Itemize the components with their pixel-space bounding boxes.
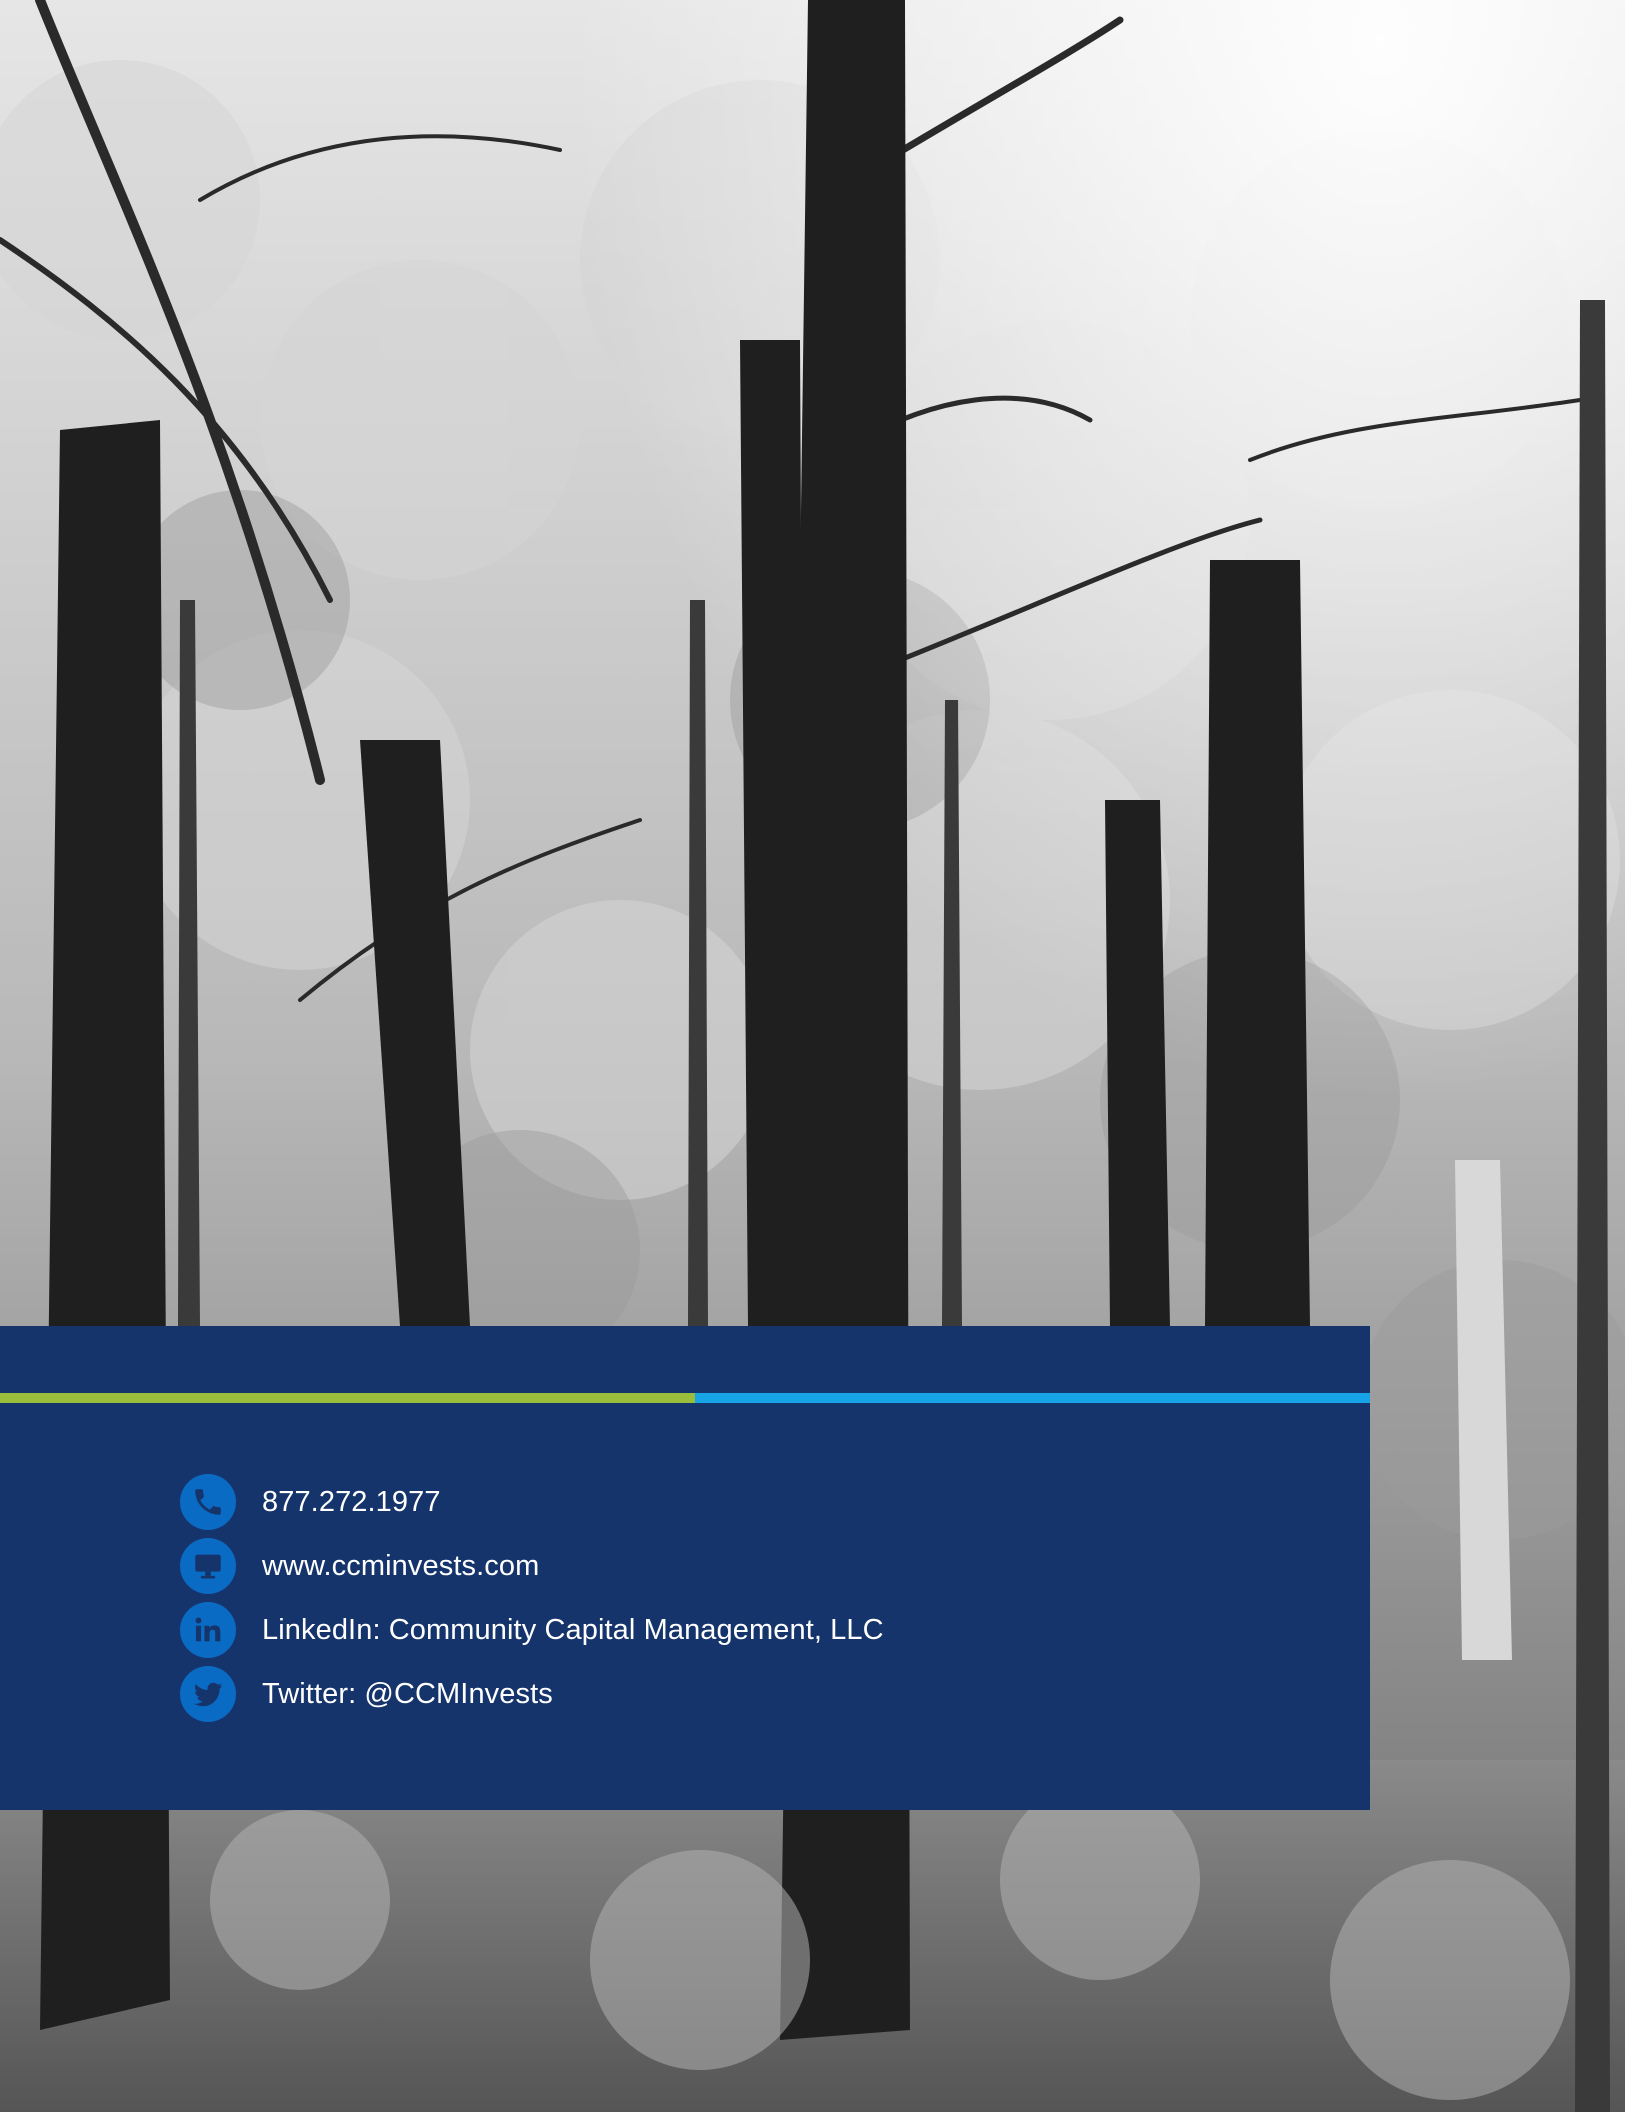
phone-number: 877.272.1977 <box>262 1485 441 1518</box>
phone-icon <box>180 1474 236 1530</box>
contact-item-twitter[interactable]: Twitter: @CCMInvests <box>180 1662 884 1726</box>
twitter-link: Twitter: @CCMInvests <box>262 1677 553 1710</box>
contact-item-linkedin[interactable]: LinkedIn: Community Capital Management, … <box>180 1598 884 1662</box>
twitter-icon <box>180 1666 236 1722</box>
website-link: www.ccminvests.com <box>262 1549 540 1582</box>
accent-stripe-blue <box>695 1393 1370 1403</box>
linkedin-icon <box>180 1602 236 1658</box>
contact-panel: 877.272.1977 www.ccminvests.com LinkedIn… <box>0 1326 1370 1810</box>
linkedin-link: LinkedIn: Community Capital Management, … <box>262 1613 884 1646</box>
monitor-icon <box>180 1538 236 1594</box>
accent-stripe-green <box>0 1393 695 1403</box>
accent-stripe <box>0 1393 1370 1403</box>
contact-item-phone[interactable]: 877.272.1977 <box>180 1470 884 1534</box>
contact-list: 877.272.1977 www.ccminvests.com LinkedIn… <box>180 1470 884 1726</box>
contact-item-website[interactable]: www.ccminvests.com <box>180 1534 884 1598</box>
